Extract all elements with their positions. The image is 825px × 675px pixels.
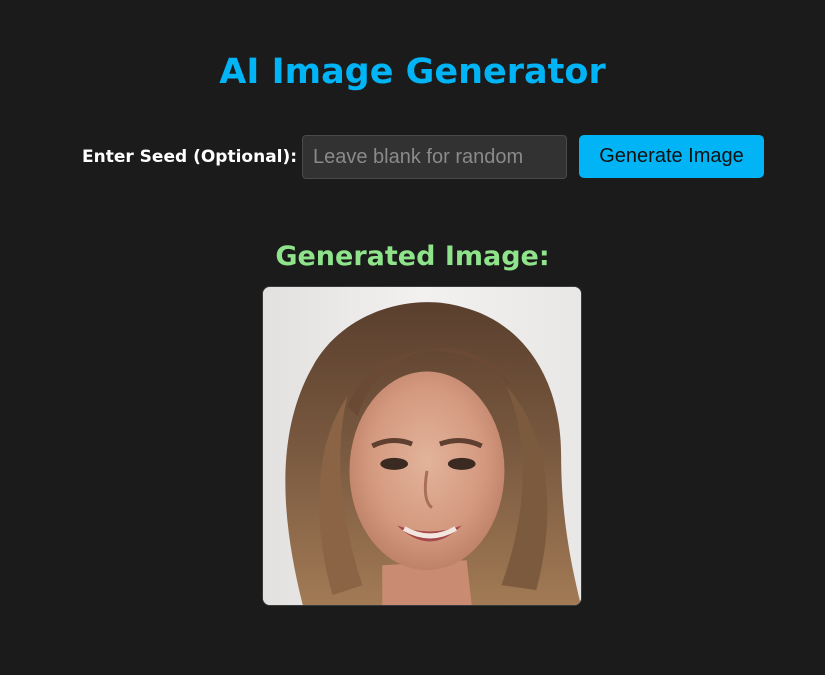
- generate-image-button[interactable]: Generate Image: [579, 135, 764, 178]
- generated-portrait-graphic: [263, 287, 581, 605]
- page: AI Image Generator Enter Seed (Optional)…: [0, 0, 825, 675]
- page-title: AI Image Generator: [219, 52, 606, 92]
- generated-image-heading: Generated Image:: [275, 241, 550, 272]
- seed-input[interactable]: [302, 135, 567, 179]
- seed-label: Enter Seed (Optional):: [82, 147, 298, 167]
- seed-form: Enter Seed (Optional): Generate Image: [0, 135, 825, 179]
- generated-image: [262, 286, 582, 606]
